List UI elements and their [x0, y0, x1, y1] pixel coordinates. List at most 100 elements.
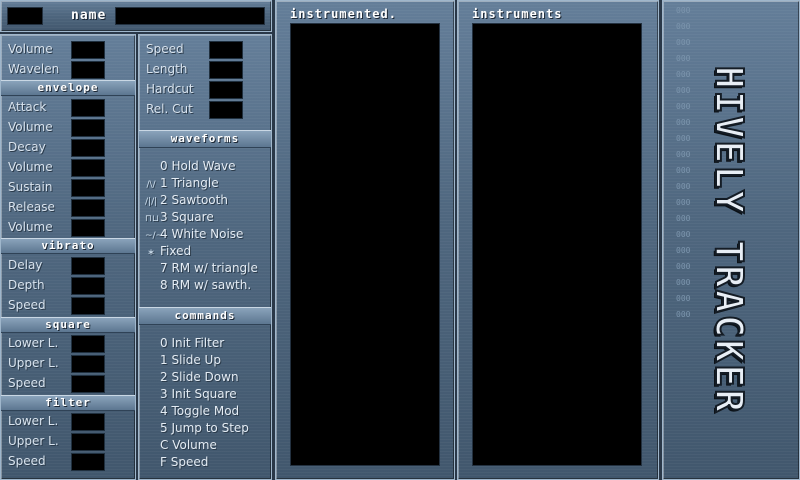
square-label-upper: Upper L. — [8, 356, 59, 370]
vibrato-value-speed[interactable] — [71, 297, 105, 315]
mid-row-length: Length — [139, 60, 271, 79]
vibrato-label-delay: Delay — [8, 258, 43, 272]
envelope-row-decay-volume: Volume — [1, 158, 135, 177]
envelope-row-release-volume: Volume — [1, 218, 135, 237]
vibrato-value-delay[interactable] — [71, 257, 105, 275]
waveform-icon: /|/| — [145, 197, 158, 207]
waveform-item: /|/| 2 Sawtooth — [145, 193, 228, 207]
waveform-item: 0 Hold Wave — [145, 159, 236, 173]
filter-row-upper: Upper L. — [1, 432, 135, 451]
filter-value-upper[interactable] — [71, 433, 105, 451]
main-value-wavelen[interactable] — [71, 61, 105, 79]
mid-value-relcut[interactable] — [209, 101, 243, 119]
square-label-speed: Speed — [8, 376, 46, 390]
square-value-upper[interactable] — [71, 355, 105, 373]
decorative-digits: 000 — [676, 166, 691, 175]
waveform-icon: ⊓⊔ — [145, 214, 160, 224]
waveform-icon: /\/ — [146, 180, 156, 190]
command-item: 4 Toggle Mod — [160, 404, 240, 418]
mid-label-speed: Speed — [146, 42, 184, 56]
instrument-ed-title: instrumented. — [290, 7, 397, 21]
waveform-label: Fixed — [160, 244, 192, 258]
decorative-digits: 000 — [676, 182, 691, 191]
main-value-volume[interactable] — [71, 41, 105, 59]
vibrato-label-speed: Speed — [8, 298, 46, 312]
envelope-row-decay: Decay — [1, 138, 135, 157]
mid-label-hardcut: Hardcut — [146, 82, 194, 96]
filter-value-lower[interactable] — [71, 413, 105, 431]
decorative-digits: 000 — [676, 246, 691, 255]
waveform-label: 4 White Noise — [160, 227, 244, 241]
filter-label-speed: Speed — [8, 454, 46, 468]
decorative-digits: 000 — [676, 70, 691, 79]
envelope-value-release[interactable] — [71, 199, 105, 217]
waveforms-header: waveforms — [139, 130, 271, 148]
command-item: 0 Init Filter — [160, 336, 225, 350]
instruments-title: instruments — [472, 7, 563, 21]
envelope-label-decay-volume: Volume — [8, 160, 53, 174]
filter-row-speed: Speed — [1, 452, 135, 471]
main-row-volume: Volume — [1, 40, 135, 59]
decorative-digits: 000 — [676, 310, 691, 319]
envelope-label-sustain: Sustain — [8, 180, 53, 194]
filter-row-lower: Lower L. — [1, 412, 135, 431]
square-label-lower: Lower L. — [8, 336, 59, 350]
waveform-label: 1 Triangle — [160, 176, 219, 190]
instrument-name-field[interactable] — [115, 7, 265, 25]
command-item: 1 Slide Up — [160, 353, 221, 367]
waveform-item: /\/ 1 Triangle — [145, 176, 219, 190]
decorative-digits: 000 — [676, 38, 691, 47]
square-value-speed[interactable] — [71, 375, 105, 393]
envelope-value-release-volume[interactable] — [71, 219, 105, 237]
main-row-wavelen: Wavelen — [1, 60, 135, 79]
decorative-digits: 000 — [676, 198, 691, 207]
instrument-ed-panel: instrumented. — [275, 0, 455, 480]
waveform-label: 8 RM w/ sawth. — [160, 278, 252, 292]
waveform-item: 7 RM w/ triangle — [145, 261, 258, 275]
waveform-item: ~/~4 White Noise — [145, 227, 243, 241]
vibrato-header: vibrato — [1, 238, 135, 254]
command-item: C Volume — [160, 438, 217, 452]
envelope-value-attack[interactable] — [71, 99, 105, 117]
envelope-value-sustain[interactable] — [71, 179, 105, 197]
command-item: 2 Slide Down — [160, 370, 239, 384]
mid-row-relcut: Rel. Cut — [139, 100, 271, 119]
vibrato-value-depth[interactable] — [71, 277, 105, 295]
instrument-index-field[interactable] — [7, 7, 43, 25]
left-params-panel: Volume Wavelen envelope Attack Volume Decay… — [0, 34, 136, 480]
mid-row-hardcut: Hardcut — [139, 80, 271, 99]
waveform-label: 2 Sawtooth — [160, 193, 228, 207]
decorative-digits: 000 — [676, 102, 691, 111]
square-row-speed: Speed — [1, 374, 135, 393]
filter-value-speed[interactable] — [71, 453, 105, 471]
envelope-value-attack-volume[interactable] — [71, 119, 105, 137]
main-label-wavelen: Wavelen — [8, 62, 60, 76]
decorative-digits: 000 — [676, 134, 691, 143]
mid-value-length[interactable] — [209, 61, 243, 79]
instrument-ed-list[interactable] — [290, 23, 440, 466]
logo-text: HIVELY TRACKER — [706, 65, 752, 415]
envelope-row-attack: Attack — [1, 98, 135, 117]
mid-row-speed: Speed — [139, 40, 271, 59]
waveform-icon: ∗ — [147, 248, 155, 258]
decorative-digits: 000 — [676, 86, 691, 95]
decorative-digits: 000 — [676, 118, 691, 127]
decorative-digits: 000 — [676, 294, 691, 303]
waveform-item: ⊓⊔3 Square — [145, 210, 214, 224]
mid-value-speed[interactable] — [209, 41, 243, 59]
envelope-value-decay[interactable] — [71, 139, 105, 157]
envelope-value-decay-volume[interactable] — [71, 159, 105, 177]
decorative-digits: 000 — [676, 230, 691, 239]
vibrato-label-depth: Depth — [8, 278, 45, 292]
square-row-lower: Lower L. — [1, 334, 135, 353]
filter-label-upper: Upper L. — [8, 434, 59, 448]
square-value-lower[interactable] — [71, 335, 105, 353]
mid-label-length: Length — [146, 62, 188, 76]
vibrato-row-speed: Speed — [1, 296, 135, 315]
envelope-row-sustain: Sustain — [1, 178, 135, 197]
filter-label-lower: Lower L. — [8, 414, 59, 428]
instruments-list[interactable] — [472, 23, 642, 466]
mid-value-hardcut[interactable] — [209, 81, 243, 99]
waveform-label: 7 RM w/ triangle — [160, 261, 258, 275]
decorative-digits: 000 — [676, 22, 691, 31]
